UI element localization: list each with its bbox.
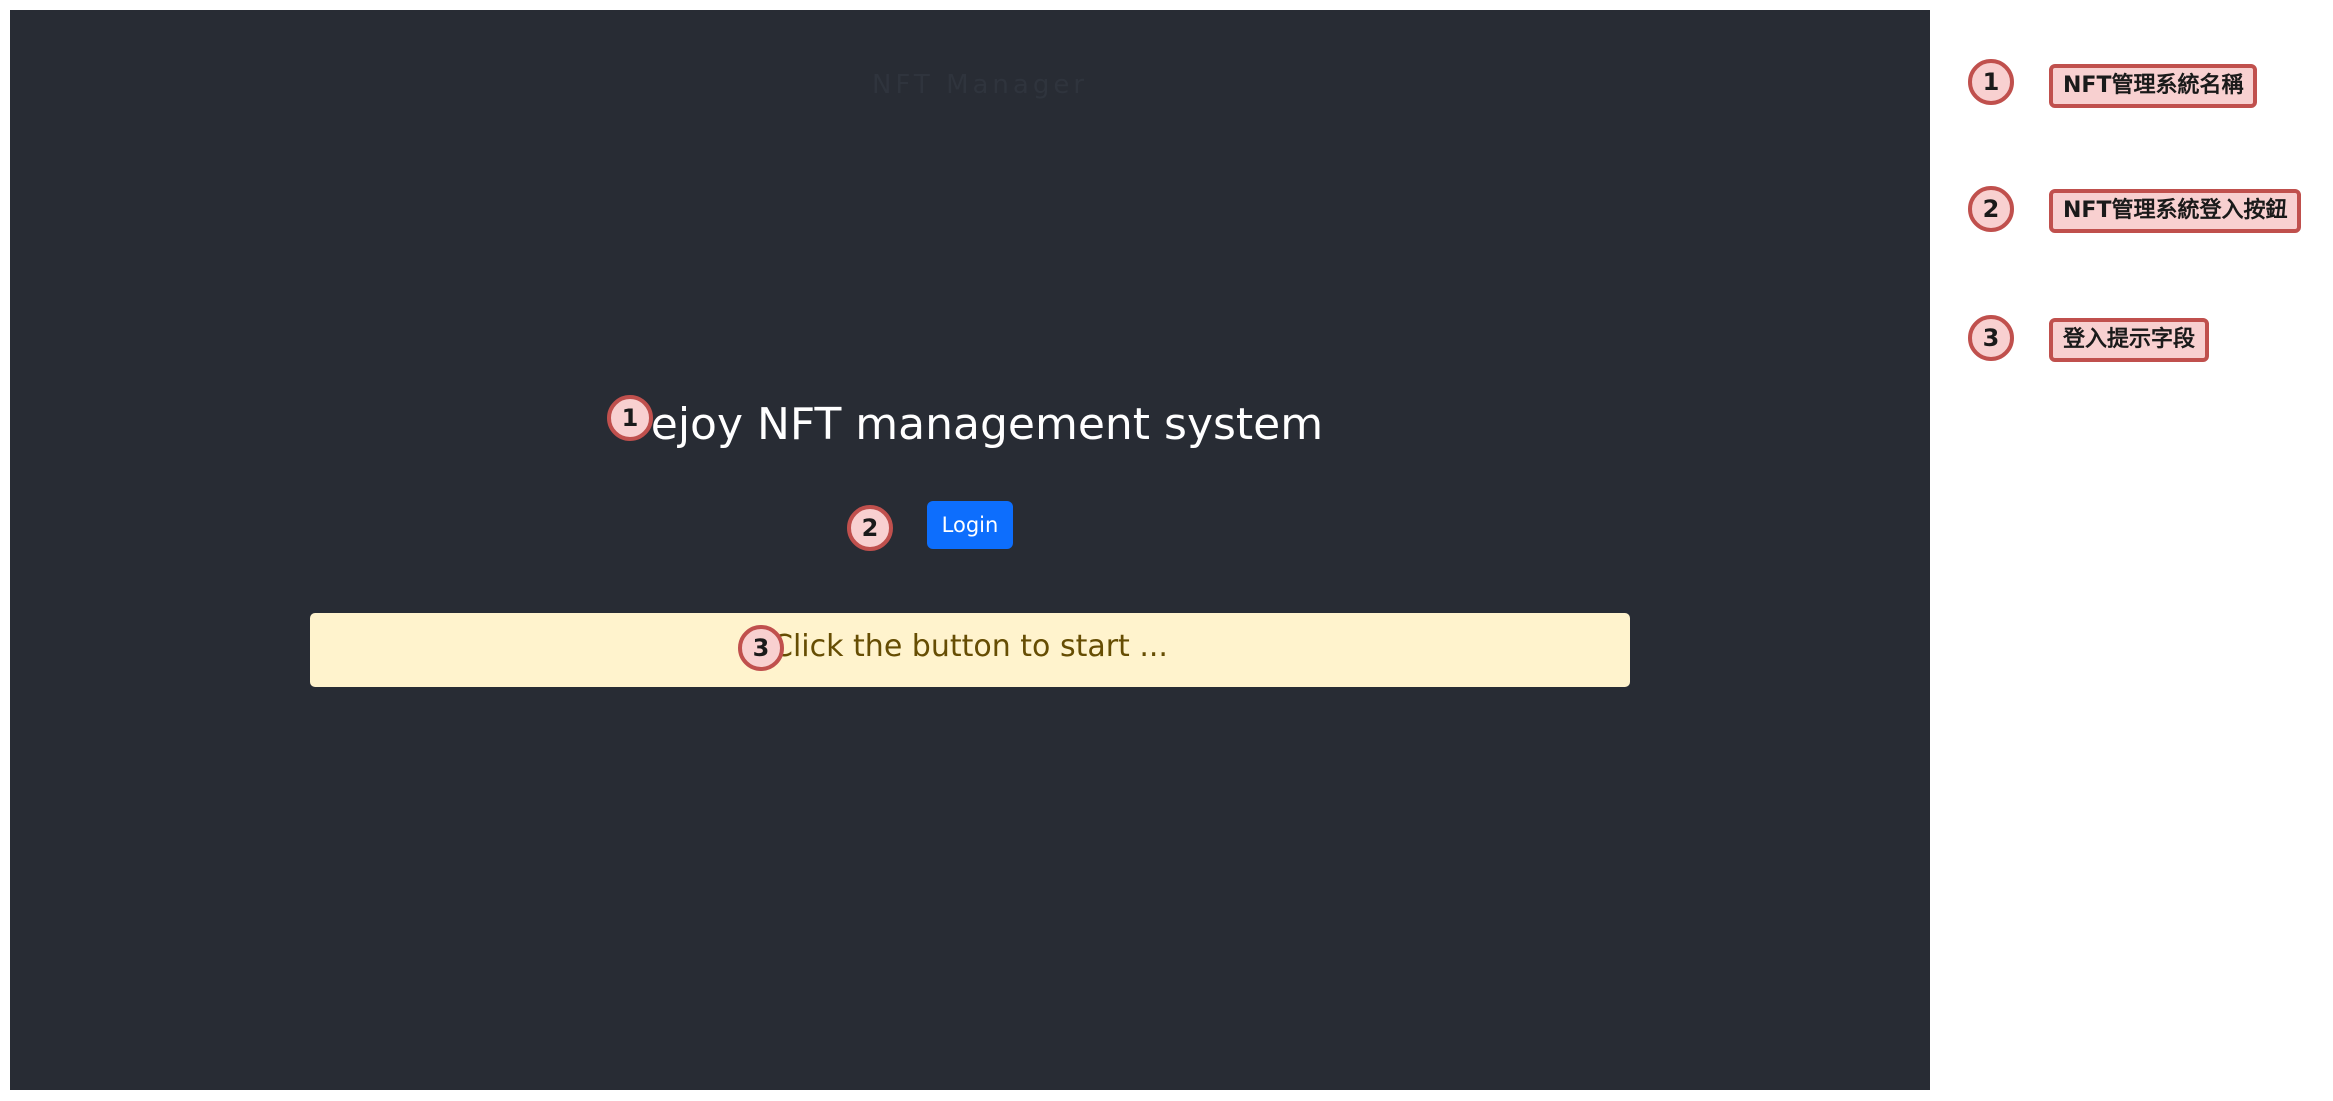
legend-marker-2: 2 <box>1968 186 2014 232</box>
legend-marker-1: 1 <box>1968 59 2014 105</box>
legend-label-2: NFT管理系統登入按鈕 <box>2049 189 2302 233</box>
faint-header-text: NFT Manager <box>871 70 1089 100</box>
annotation-marker-3: 3 <box>738 625 784 671</box>
annotation-marker-1: 1 <box>607 395 653 441</box>
annotation-marker-2: 2 <box>847 505 893 551</box>
legend-label-1: NFT管理系統名稱 <box>2049 64 2258 108</box>
app-window: NFT Manager Dejoy NFT management system … <box>10 10 1930 1090</box>
page-title: Dejoy NFT management system <box>616 399 1324 450</box>
legend-label-3: 登入提示字段 <box>2049 318 2210 362</box>
legend-marker-3: 3 <box>1968 315 2014 361</box>
login-hint-alert: Click the button to start ... <box>310 613 1630 687</box>
login-button[interactable]: Login <box>927 501 1013 549</box>
login-hint-text: Click the button to start ... <box>772 629 1168 664</box>
